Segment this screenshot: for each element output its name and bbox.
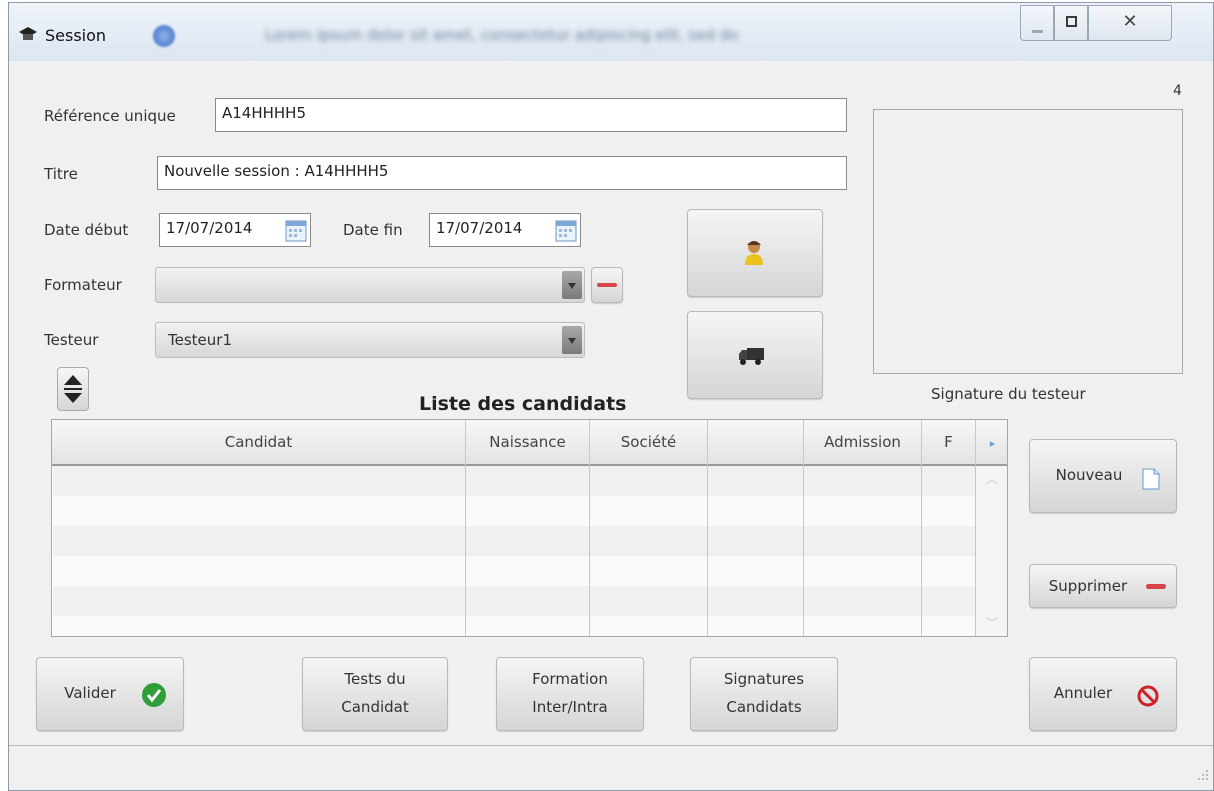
title-input[interactable]: Nouvelle session : A14HHHH5 [157, 156, 847, 190]
clear-formateur-button[interactable] [591, 267, 623, 303]
record-number: 4 [1173, 83, 1182, 99]
column-header-admission[interactable]: Admission [804, 420, 922, 464]
scroll-up-icon[interactable]: ︿ [986, 470, 998, 487]
date-end-label: Date fin [343, 221, 403, 239]
table-row[interactable] [53, 496, 975, 526]
candidates-title: Liste des candidats [419, 393, 627, 415]
candidate-tests-button[interactable]: Tests du Candidat [302, 657, 448, 731]
candidate-signatures-button[interactable]: Signatures Candidats [690, 657, 838, 731]
table-row[interactable] [53, 586, 975, 616]
close-icon: ✕ [1122, 11, 1138, 32]
up-down-arrows-icon [64, 375, 82, 403]
formation-label-line2: Inter/Intra [532, 698, 608, 716]
window-title: Session [45, 26, 107, 45]
status-bar [9, 746, 1213, 790]
date-end-input[interactable]: 17/07/2014 [429, 213, 581, 247]
column-header-f[interactable]: F [922, 420, 976, 464]
column-divider [921, 464, 922, 636]
chevron-right-icon: ▸ [989, 437, 996, 450]
resize-handle[interactable] [57, 367, 89, 411]
formateur-select[interactable] [155, 267, 585, 303]
tests-label-line1: Tests du [344, 670, 406, 688]
signature-pad[interactable] [873, 109, 1183, 374]
validate-button[interactable]: Valider [36, 657, 184, 731]
reference-label: Référence unique [44, 107, 176, 125]
date-end-value: 17/07/2014 [436, 219, 523, 237]
tests-label-line2: Candidat [341, 698, 409, 716]
formation-button[interactable]: Formation Inter/Intra [496, 657, 644, 731]
signatures-label-line1: Signatures [723, 670, 805, 688]
table-row[interactable] [53, 616, 975, 636]
formation-label-line1: Formation [532, 670, 608, 688]
delete-button[interactable]: Supprimer [1029, 564, 1177, 608]
new-button[interactable]: Nouveau [1029, 439, 1177, 513]
title-label: Titre [44, 165, 78, 183]
new-document-icon [1142, 468, 1160, 490]
signature-label: Signature du testeur [931, 385, 1086, 403]
candidates-grid[interactable]: Candidat Naissance Société Admission F ▸… [51, 419, 1008, 637]
cancel-button[interactable]: Annuler [1029, 657, 1177, 731]
delivery-button[interactable] [687, 311, 823, 399]
minus-icon [1146, 584, 1166, 589]
vertical-scrollbar[interactable]: ︿ ﹀ [976, 466, 1007, 636]
person-button[interactable] [687, 209, 823, 297]
date-start-input[interactable]: 17/07/2014 [159, 213, 311, 247]
testeur-select[interactable]: Testeur1 [155, 322, 585, 358]
column-divider [707, 464, 708, 636]
reference-input[interactable]: A14HHHH5 [215, 98, 847, 132]
date-start-label: Date début [44, 221, 129, 239]
column-header-candidat[interactable]: Candidat [52, 420, 466, 464]
calendar-icon[interactable] [555, 218, 577, 242]
minimize-button[interactable] [1020, 5, 1054, 41]
person-icon [745, 241, 763, 265]
cancel-icon [1137, 685, 1159, 707]
scroll-down-icon[interactable]: ﹀ [986, 614, 998, 631]
signatures-label-line2: Candidats [726, 698, 802, 716]
column-divider [465, 464, 466, 636]
minus-icon [597, 283, 617, 287]
column-divider [589, 464, 590, 636]
window-subtitle-blurred: Lorem ipsum dolor sit amet, consectetur … [265, 26, 739, 44]
column-divider [803, 464, 804, 636]
table-row[interactable] [53, 526, 975, 556]
maximize-button[interactable] [1054, 5, 1088, 41]
blurred-icon [153, 25, 175, 47]
resize-grip-icon[interactable] [1197, 769, 1209, 781]
chevron-down-icon[interactable] [562, 271, 582, 299]
column-header-naissance[interactable]: Naissance [466, 420, 590, 464]
maximize-icon [1066, 16, 1077, 27]
testeur-value: Testeur1 [168, 331, 232, 349]
calendar-icon[interactable] [285, 218, 307, 242]
column-header-blank[interactable] [708, 420, 804, 464]
title-bar: Session Lorem ipsum dolor sit amet, cons… [9, 3, 1213, 61]
session-window: Session Lorem ipsum dolor sit amet, cons… [8, 2, 1214, 791]
table-row[interactable] [53, 466, 975, 496]
chevron-down-icon[interactable] [562, 326, 582, 354]
date-start-value: 17/07/2014 [166, 219, 253, 237]
column-header-societe[interactable]: Société [590, 420, 708, 464]
minimize-icon [1032, 30, 1043, 33]
checkmark-icon [142, 683, 166, 707]
close-button[interactable]: ✕ [1088, 5, 1172, 41]
column-scroll-right-button[interactable]: ▸ [976, 420, 1007, 464]
table-row[interactable] [53, 556, 975, 586]
app-icon [19, 27, 37, 40]
testeur-label: Testeur [44, 331, 99, 349]
formateur-label: Formateur [44, 276, 122, 294]
truck-icon [739, 348, 764, 365]
